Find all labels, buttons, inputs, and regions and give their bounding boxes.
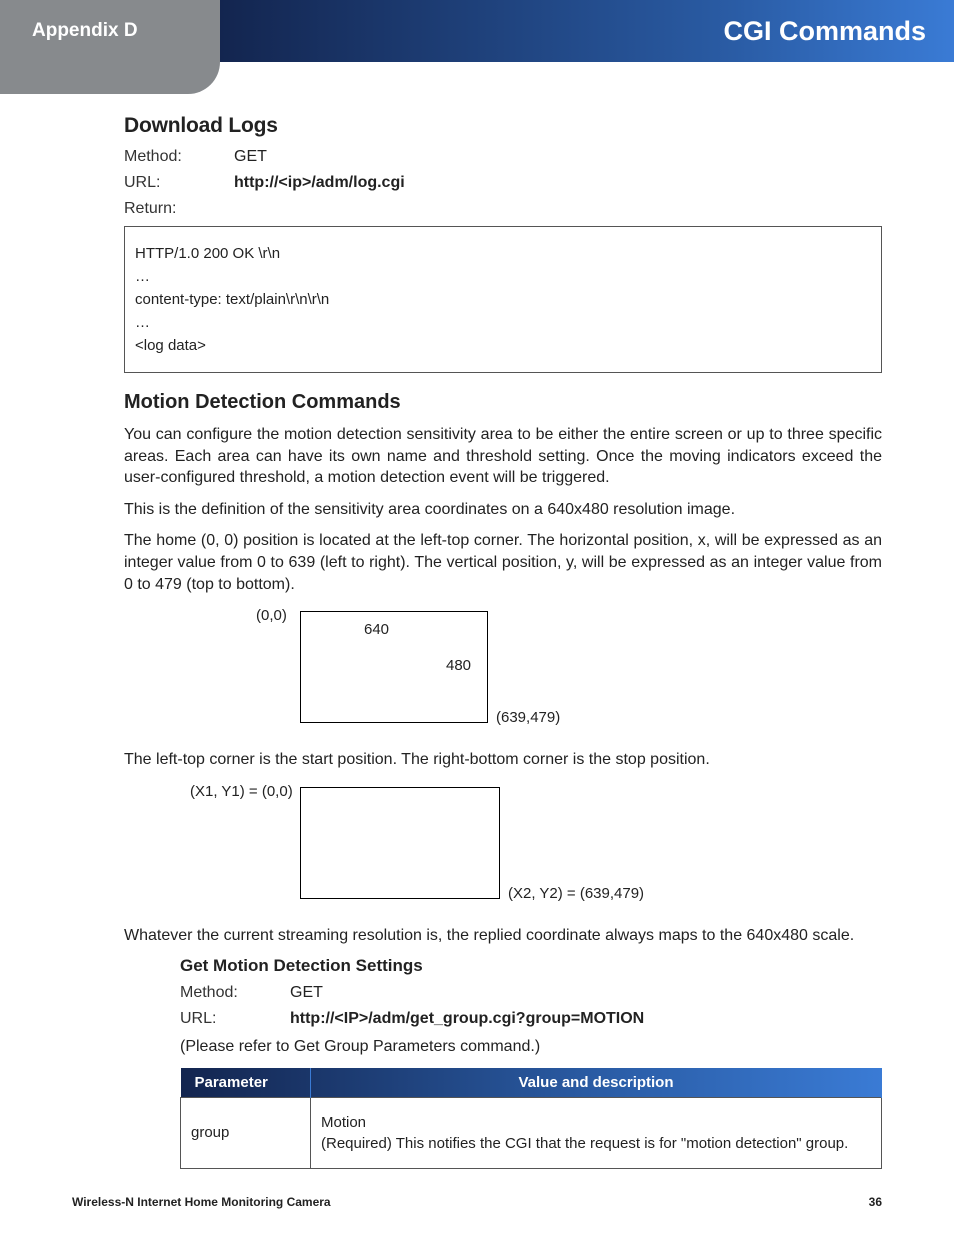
diagram1-h: 480 [446,657,471,674]
code-line: <log data> [135,337,871,354]
gm-method-value: GET [290,984,882,1002]
parameter-table: Parameter Value and description group Mo… [180,1068,882,1169]
gm-url-label: URL: [180,1010,290,1028]
gm-method-label: Method: [180,984,290,1002]
return-code-box: HTTP/1.0 200 OK \r\n … content-type: tex… [124,226,882,373]
table-row: group Motion (Required) This notifies th… [181,1097,882,1168]
url-label: URL: [124,174,234,192]
motion-p1: You can configure the motion detection s… [124,424,882,489]
diagram2-br: (X2, Y2) = (639,479) [508,885,644,902]
th-value: Value and description [311,1068,882,1098]
footer: Wireless-N Internet Home Monitoring Came… [72,1195,882,1209]
header-corner [0,62,220,94]
header-bar: Appendix D CGI Commands [0,0,954,62]
code-line: content-type: text/plain\r\n\r\n [135,291,871,308]
code-line: … [135,268,871,285]
method-label: Method: [124,148,234,166]
th-parameter: Parameter [181,1068,311,1098]
diagram2-tl: (X1, Y1) = (0,0) [190,783,293,800]
code-line: HTTP/1.0 200 OK \r\n [135,245,871,262]
page-title: CGI Commands [220,0,954,62]
diagram1-w: 640 [364,621,389,638]
gm-url-value: http://<IP>/adm/get_group.cgi?group=MOTI… [290,1010,882,1028]
coordinate-diagram-2: (X1, Y1) = (0,0) (X2, Y2) = (639,479) [124,781,882,911]
footer-page-number: 36 [869,1195,882,1209]
td-value: Motion (Required) This notifies the CGI … [311,1097,882,1168]
motion-heading: Motion Detection Commands [124,391,882,414]
gm-note: (Please refer to Get Group Parameters co… [180,1036,882,1058]
diagram1-br: (639,479) [496,709,560,726]
appendix-label: Appendix D [0,0,220,62]
download-logs-heading: Download Logs [124,114,882,138]
return-label: Return: [124,200,234,218]
td-value-line1: Motion [321,1114,871,1131]
get-motion-heading: Get Motion Detection Settings [180,956,882,976]
diagram1-tl: (0,0) [256,607,287,624]
method-value: GET [234,148,882,166]
td-value-line2: (Required) This notifies the CGI that th… [321,1135,871,1152]
motion-p5: Whatever the current streaming resolutio… [124,925,882,947]
motion-p4: The left-top corner is the start positio… [124,749,882,771]
footer-left: Wireless-N Internet Home Monitoring Came… [72,1195,331,1209]
code-line: … [135,314,871,331]
url-value: http://<ip>/adm/log.cgi [234,174,882,192]
td-param: group [181,1097,311,1168]
motion-p3: The home (0, 0) position is located at t… [124,530,882,595]
coordinate-diagram-1: (0,0) 640 480 (639,479) [124,605,882,735]
motion-p2: This is the definition of the sensitivit… [124,499,882,521]
